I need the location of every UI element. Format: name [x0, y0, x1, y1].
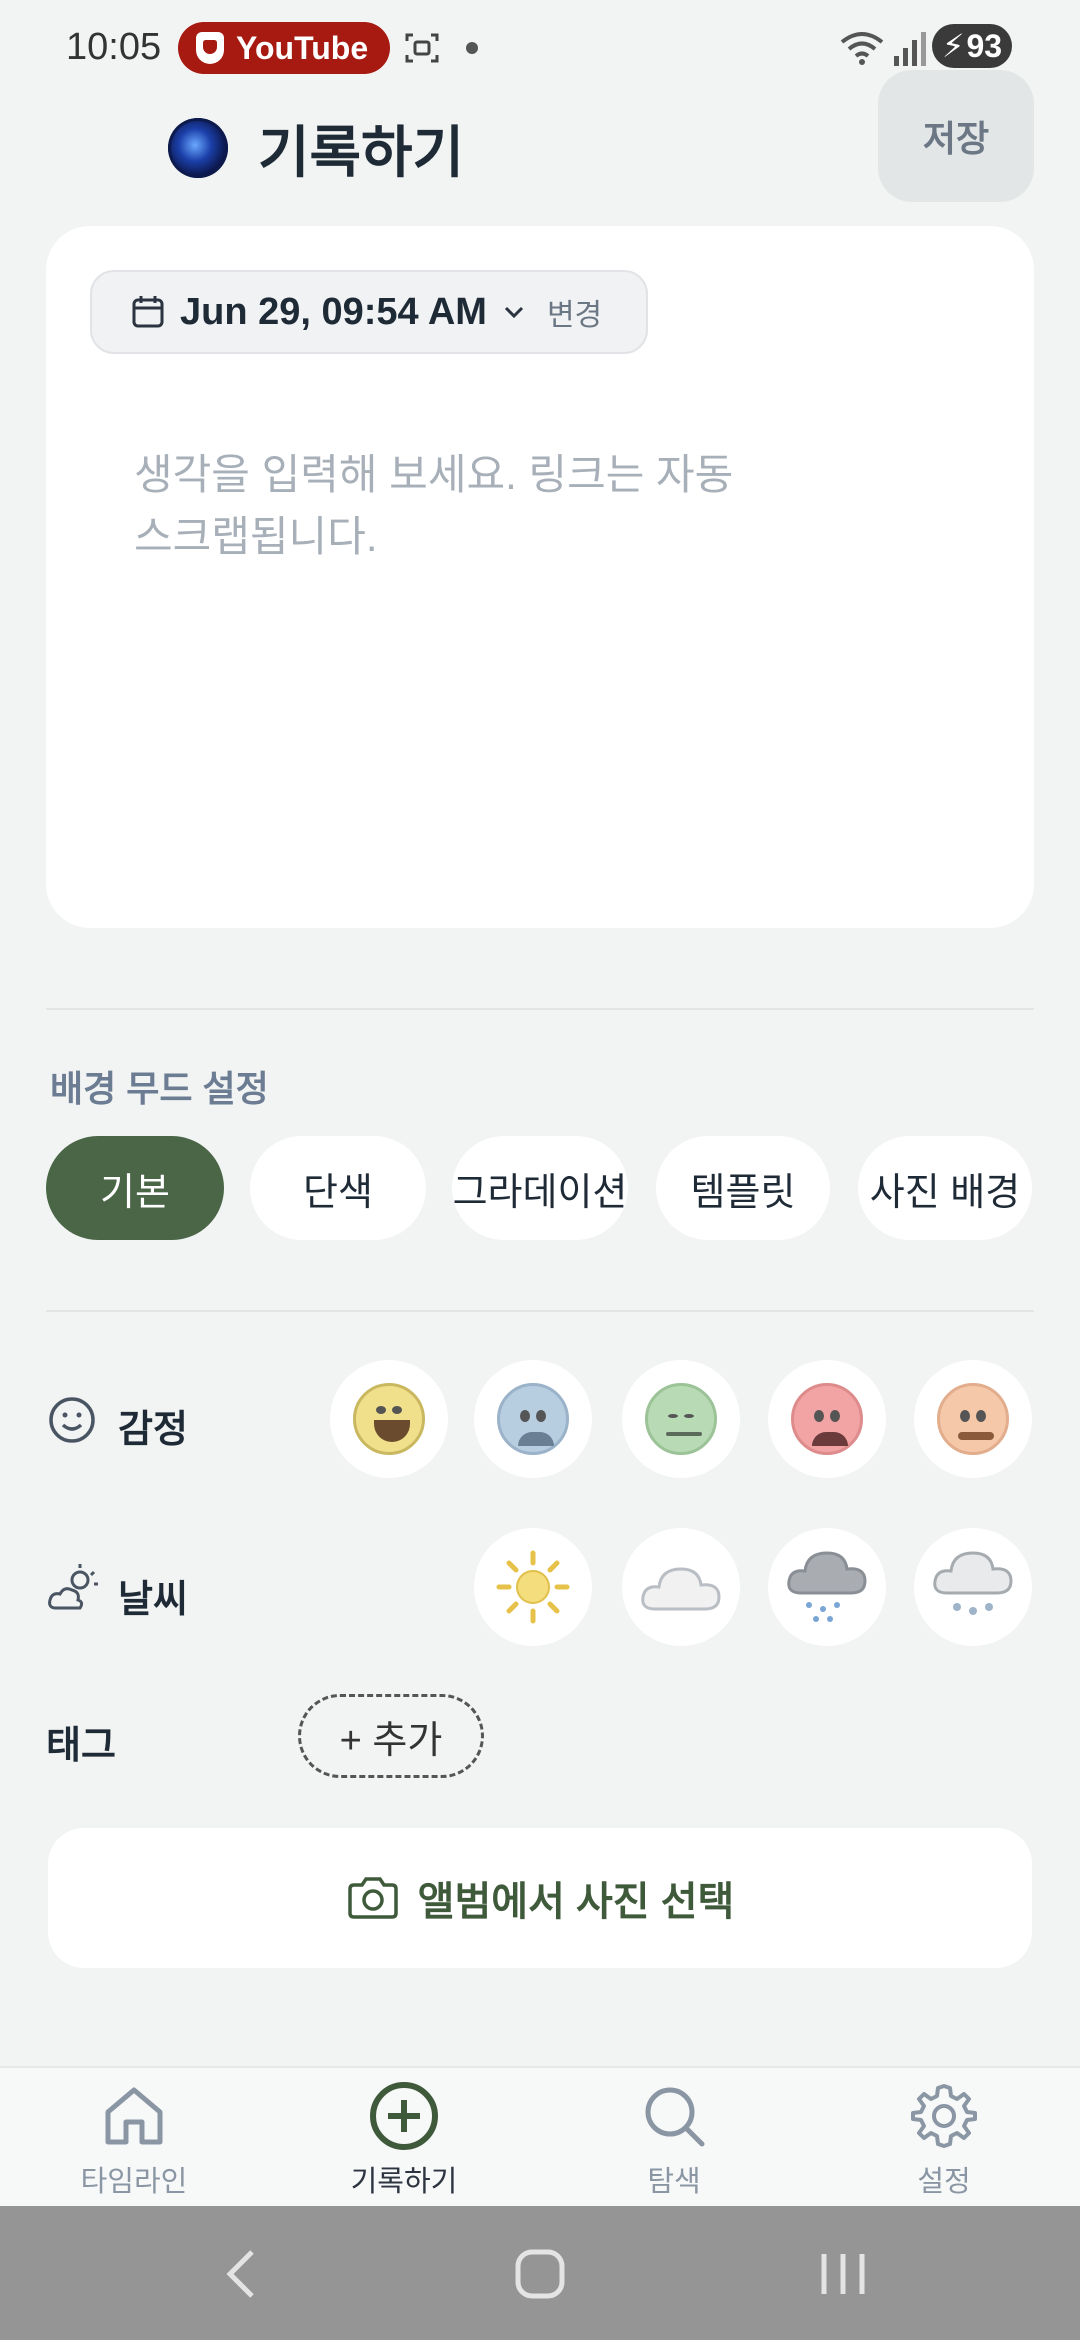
nav-item-timeline[interactable]: 타임라인: [44, 2080, 224, 2200]
emotion-angry-button[interactable]: [768, 1360, 886, 1478]
weather-label: 날씨: [118, 1579, 188, 1621]
save-button[interactable]: 저장: [878, 70, 1034, 202]
note-input[interactable]: 생각을 입력해 보세요. 링크는 자동 스크랩됩니다.: [134, 444, 794, 568]
nav-item-settings[interactable]: 설정: [854, 2080, 1034, 2200]
nav-label-record: 기록하기: [350, 2166, 458, 2198]
background-mood-label: 배경 무드 설정: [50, 1068, 269, 1109]
rain-cloud-icon: [787, 1551, 867, 1622]
nav-label-settings: 설정: [917, 2166, 971, 2198]
app-avatar: [168, 118, 228, 178]
date-change-label: 변경: [546, 299, 603, 332]
search-icon: [645, 2087, 705, 2147]
cloud-icon: [641, 1567, 721, 1611]
charging-bolt-icon: ⚡: [941, 28, 965, 64]
emotion-anxious-button[interactable]: [474, 1360, 592, 1478]
divider: [46, 1310, 1034, 1312]
gear-icon: [911, 2084, 977, 2148]
calm-face-icon: [645, 1383, 717, 1455]
placeholder-line-2: 스크랩됩니다.: [134, 513, 378, 560]
calendar-icon: [132, 296, 164, 328]
emotion-label: 감정: [118, 1409, 188, 1451]
mood-chip-solid[interactable]: 단색: [250, 1136, 426, 1240]
wifi-icon: [840, 32, 884, 65]
weather-rainy-button[interactable]: [768, 1528, 886, 1646]
brave-lion-icon: [196, 32, 224, 64]
sun-icon: [496, 1550, 570, 1624]
camera-icon: [347, 1877, 398, 1919]
album-select-button[interactable]: 앨범에서 사진 선택: [48, 1828, 1032, 1968]
status-time: 10:05: [66, 26, 162, 68]
emotion-nervous-button[interactable]: [914, 1360, 1032, 1478]
nervous-face-icon: [937, 1383, 1009, 1455]
mood-chip-photo[interactable]: 사진 배경: [858, 1136, 1032, 1240]
mood-chip-default[interactable]: 기본: [46, 1136, 224, 1240]
battery-level: 93: [966, 27, 1003, 64]
nav-label-timeline: 타임라인: [80, 2166, 188, 2198]
youtube-pill[interactable]: YouTube: [178, 22, 390, 74]
weather-cloud-sun-icon: [48, 1564, 98, 1610]
album-button-label: 앨범에서 사진 선택: [417, 1880, 735, 1924]
weather-snowy-button[interactable]: [914, 1528, 1032, 1646]
signal-icon: [894, 32, 926, 66]
home-icon: [105, 2087, 163, 2145]
snow-cloud-icon: [933, 1551, 1013, 1615]
recent-apps-icon[interactable]: [818, 2246, 868, 2302]
youtube-pill-label: YouTube: [236, 29, 369, 66]
mood-chip-template[interactable]: 템플릿: [656, 1136, 830, 1240]
smile-icon: [49, 1397, 95, 1443]
home-button-icon[interactable]: [514, 2246, 566, 2302]
date-selector[interactable]: Jun 29, 09:54 AM 변경: [90, 270, 648, 354]
weather-cloudy-button[interactable]: [622, 1528, 740, 1646]
nav-label-explore: 탐색: [647, 2166, 701, 2198]
nav-item-record[interactable]: 기록하기: [314, 2080, 494, 2200]
emotion-laughing-button[interactable]: [330, 1360, 448, 1478]
tag-label: 태그: [46, 1725, 116, 1767]
weather-sunny-button[interactable]: [474, 1528, 592, 1646]
nav-item-explore[interactable]: 탐색: [584, 2080, 764, 2200]
back-icon[interactable]: [218, 2246, 268, 2302]
divider: [46, 1008, 1034, 1010]
date-text: Jun 29, 09:54 AM: [180, 290, 487, 333]
angry-face-icon: [791, 1383, 863, 1455]
emotion-calm-button[interactable]: [622, 1360, 740, 1478]
anxious-face-icon: [497, 1383, 569, 1455]
mood-chip-gradient[interactable]: 그라데이션: [452, 1136, 628, 1240]
chevron-down-icon: [504, 306, 523, 319]
plus-circle-icon: [370, 2082, 438, 2150]
add-tag-button[interactable]: + 추가: [298, 1694, 484, 1778]
battery-indicator: ⚡ 93: [932, 24, 1012, 68]
notification-dot-icon: [466, 42, 478, 54]
laughing-face-icon: [353, 1383, 425, 1455]
screen-capture-icon: [405, 33, 439, 63]
placeholder-line-1: 생각을 입력해 보세요. 링크는 자동: [134, 451, 734, 498]
page-title: 기록하기: [258, 121, 465, 184]
